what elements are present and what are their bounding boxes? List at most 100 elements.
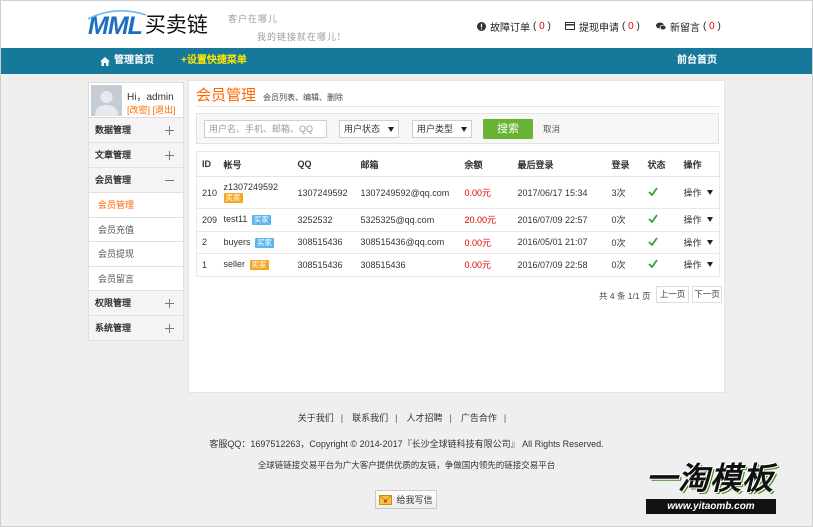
action-dropdown[interactable]: 操作 <box>684 213 713 226</box>
cell-account: buyers 买家 <box>218 231 293 254</box>
sidebar-item-system[interactable]: 系统管理 <box>88 316 184 341</box>
plus-icon <box>165 126 174 135</box>
account-name: z1307249592 <box>223 182 279 192</box>
main-nav: 管理首页 +设置快捷菜单 前台首页 <box>0 48 813 74</box>
nav-set-shortcut[interactable]: +设置快捷菜单 <box>181 48 247 74</box>
plus-icon <box>165 299 174 308</box>
user-links: [改密] [退出] <box>127 103 176 116</box>
sidebar-subitem-member-management[interactable]: 会员管理 <box>88 193 184 218</box>
user-type-badge: 买家 <box>251 215 271 226</box>
user-type-select[interactable]: 用户类型 <box>412 120 472 138</box>
caret-down-icon <box>706 217 713 223</box>
change-password-link[interactable]: [改密] <box>127 105 150 115</box>
write-to-us-button[interactable]: 给我写信 <box>375 490 437 509</box>
pager-summary: 共 4 条 1/1 页 <box>599 291 651 301</box>
fault-order-link[interactable]: 故障订单 0 <box>477 20 551 34</box>
column-header-email: 邮箱 <box>355 151 460 177</box>
caret-down-icon <box>706 262 713 268</box>
site-logo[interactable]: MML 买卖链 <box>87 9 208 41</box>
cell-last-login: 2016/05/01 21:07 <box>512 231 607 254</box>
nav-frontend-home[interactable]: 前台首页 <box>677 48 717 74</box>
cell-qq: 3252532 <box>292 208 356 232</box>
account-name: seller <box>223 259 246 270</box>
caret-down-icon <box>706 190 713 195</box>
sidebar-subitem-member-withdraw[interactable]: 会员提现 <box>88 242 184 267</box>
footer-link-about[interactable]: 关于我们 <box>298 413 352 423</box>
caret-down-icon <box>388 127 394 132</box>
cell-action: 操作 <box>678 253 720 277</box>
table-header-row: ID 帐号 QQ 邮箱 余额 最后登录 登录 状态 操作 <box>196 151 720 177</box>
cell-id: 209 <box>196 208 219 232</box>
cell-email: 308515436@qq.com <box>355 231 460 254</box>
cell-last-login: 2016/07/09 22:58 <box>512 253 607 277</box>
sidebar-item-data[interactable]: 数据管理 <box>88 118 184 143</box>
cell-qq: 308515436 <box>292 253 356 277</box>
footer-link-jobs[interactable]: 人才招聘 <box>407 413 461 423</box>
footer-link-ads[interactable]: 广告合作 <box>461 413 515 423</box>
cell-balance: 20.00元 <box>459 208 513 232</box>
nav-admin-home-label: 管理首页 <box>114 55 154 66</box>
cancel-link[interactable]: 取消 <box>543 123 560 135</box>
fault-order-count: 0 <box>533 21 551 32</box>
column-header-last-login: 最后登录 <box>512 151 607 177</box>
caret-down-icon <box>706 239 713 245</box>
withdraw-request-label: 提现申请 <box>579 22 619 34</box>
action-dropdown[interactable]: 操作 <box>684 236 713 249</box>
column-header-action: 操作 <box>678 151 720 177</box>
withdraw-request-link[interactable]: 提现申请 0 <box>565 20 640 34</box>
sidebar-item-label: 系统管理 <box>95 323 132 333</box>
sidebar-item-label: 权限管理 <box>95 298 132 308</box>
search-button[interactable]: 搜索 <box>483 119 533 139</box>
check-icon <box>647 214 658 224</box>
search-input[interactable] <box>204 120 327 138</box>
cell-balance: 0.00元 <box>459 253 513 277</box>
nav-admin-home[interactable]: 管理首页 <box>100 48 154 74</box>
action-label: 操作 <box>683 237 702 248</box>
cell-status <box>642 208 679 232</box>
envelope-icon <box>379 494 393 505</box>
home-icon <box>100 56 110 66</box>
next-page-button[interactable]: 下一页 <box>692 286 722 303</box>
user-silhouette-icon <box>95 91 118 116</box>
sidebar-subitem-member-messages[interactable]: 会员留言 <box>88 266 184 291</box>
cell-account: test11 买家 <box>218 208 293 232</box>
user-status-value: 用户状态 <box>344 124 381 134</box>
table-row: 209 test11 买家 3252532 5325325@qq.com 20.… <box>196 208 720 232</box>
logout-link[interactable]: [退出] <box>153 105 176 115</box>
new-message-count: 0 <box>703 21 721 32</box>
page-title: 会员管理 <box>196 87 257 104</box>
write-to-us-label: 给我写信 <box>396 495 433 505</box>
sidebar-subitem-member-recharge[interactable]: 会员充值 <box>88 217 184 242</box>
sidebar-item-members[interactable]: 会员管理 <box>88 168 184 193</box>
action-dropdown[interactable]: 操作 <box>684 186 713 199</box>
page-header: 会员管理 会员列表、编辑、删除 <box>196 86 719 107</box>
table-row: 1 seller 卖家 308515436 308515436 0.00元 20… <box>196 253 720 277</box>
sidebar-item-label: 文章管理 <box>95 150 132 160</box>
column-header-qq: QQ <box>292 151 356 177</box>
footer-link-contact[interactable]: 联系我们 <box>352 413 406 423</box>
cell-logins: 3次 <box>606 176 643 209</box>
sidebar-item-permissions[interactable]: 权限管理 <box>88 291 184 316</box>
table-row: 210 z1307249592 卖家 1307249592 1307249592… <box>196 176 720 209</box>
cell-logins: 0次 <box>606 253 643 277</box>
warning-icon <box>477 21 486 31</box>
logo-swoosh-icon <box>87 10 147 20</box>
user-type-badge: 卖家 <box>249 260 269 271</box>
cell-qq: 308515436 <box>292 231 356 254</box>
footer-copyright: 客服QQ：1697512263，Copyright © 2014-2017『长沙… <box>209 439 604 449</box>
prev-page-button[interactable]: 上一页 <box>656 286 689 303</box>
account-name: test11 <box>223 214 248 225</box>
sidebar-item-articles[interactable]: 文章管理 <box>88 143 184 168</box>
caret-down-icon <box>461 127 467 132</box>
new-message-link[interactable]: 新留言 0 <box>656 20 721 34</box>
top-header: MML 买卖链 客户在哪儿 我的链接就在哪儿! 故障订单 0 提现申请 0 新留… <box>0 0 813 48</box>
user-type-badge: 卖家 <box>223 193 243 203</box>
action-label: 操作 <box>683 260 702 271</box>
logo-name: 买卖链 <box>144 14 208 37</box>
user-status-select[interactable]: 用户状态 <box>339 120 399 138</box>
cell-id: 2 <box>196 231 219 254</box>
action-dropdown[interactable]: 操作 <box>684 258 713 271</box>
user-type-value: 用户类型 <box>417 124 454 134</box>
avatar <box>91 85 122 116</box>
search-bar: 用户状态 用户类型 搜索 取消 <box>196 113 719 144</box>
